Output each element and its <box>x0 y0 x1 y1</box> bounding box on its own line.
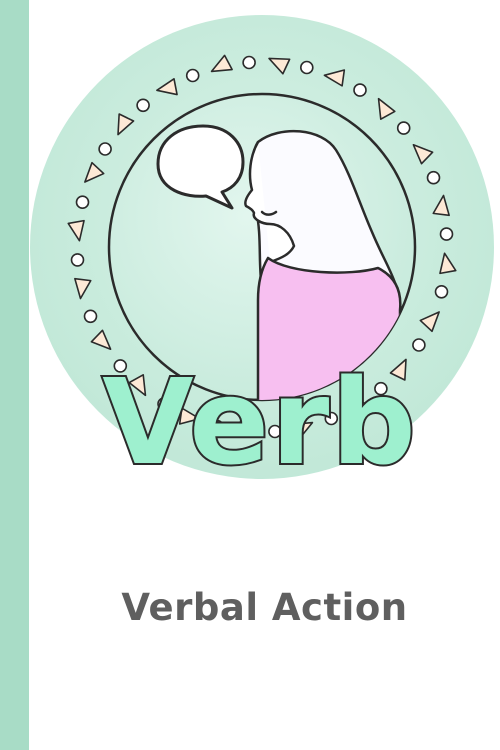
book-cover: Verb Verbal Action <box>0 0 500 750</box>
ring-dot <box>70 253 85 267</box>
verb-title: Verb <box>102 355 418 485</box>
ring-dot <box>98 142 112 156</box>
ring-dot <box>136 98 150 113</box>
ring-dot <box>353 83 367 97</box>
ring-dot <box>185 68 200 83</box>
ring-dot <box>434 284 449 299</box>
ring-dot <box>439 227 454 241</box>
ring-dot <box>242 55 256 70</box>
ring-dot <box>299 60 314 75</box>
ring-dot <box>75 195 90 209</box>
ring-dot <box>396 121 411 135</box>
ring-dot <box>412 338 426 352</box>
subtitle: Verbal Action <box>121 586 408 629</box>
ring-dot <box>426 170 441 185</box>
ring-dot <box>83 309 98 324</box>
verb-word-art: Verb <box>100 355 418 485</box>
